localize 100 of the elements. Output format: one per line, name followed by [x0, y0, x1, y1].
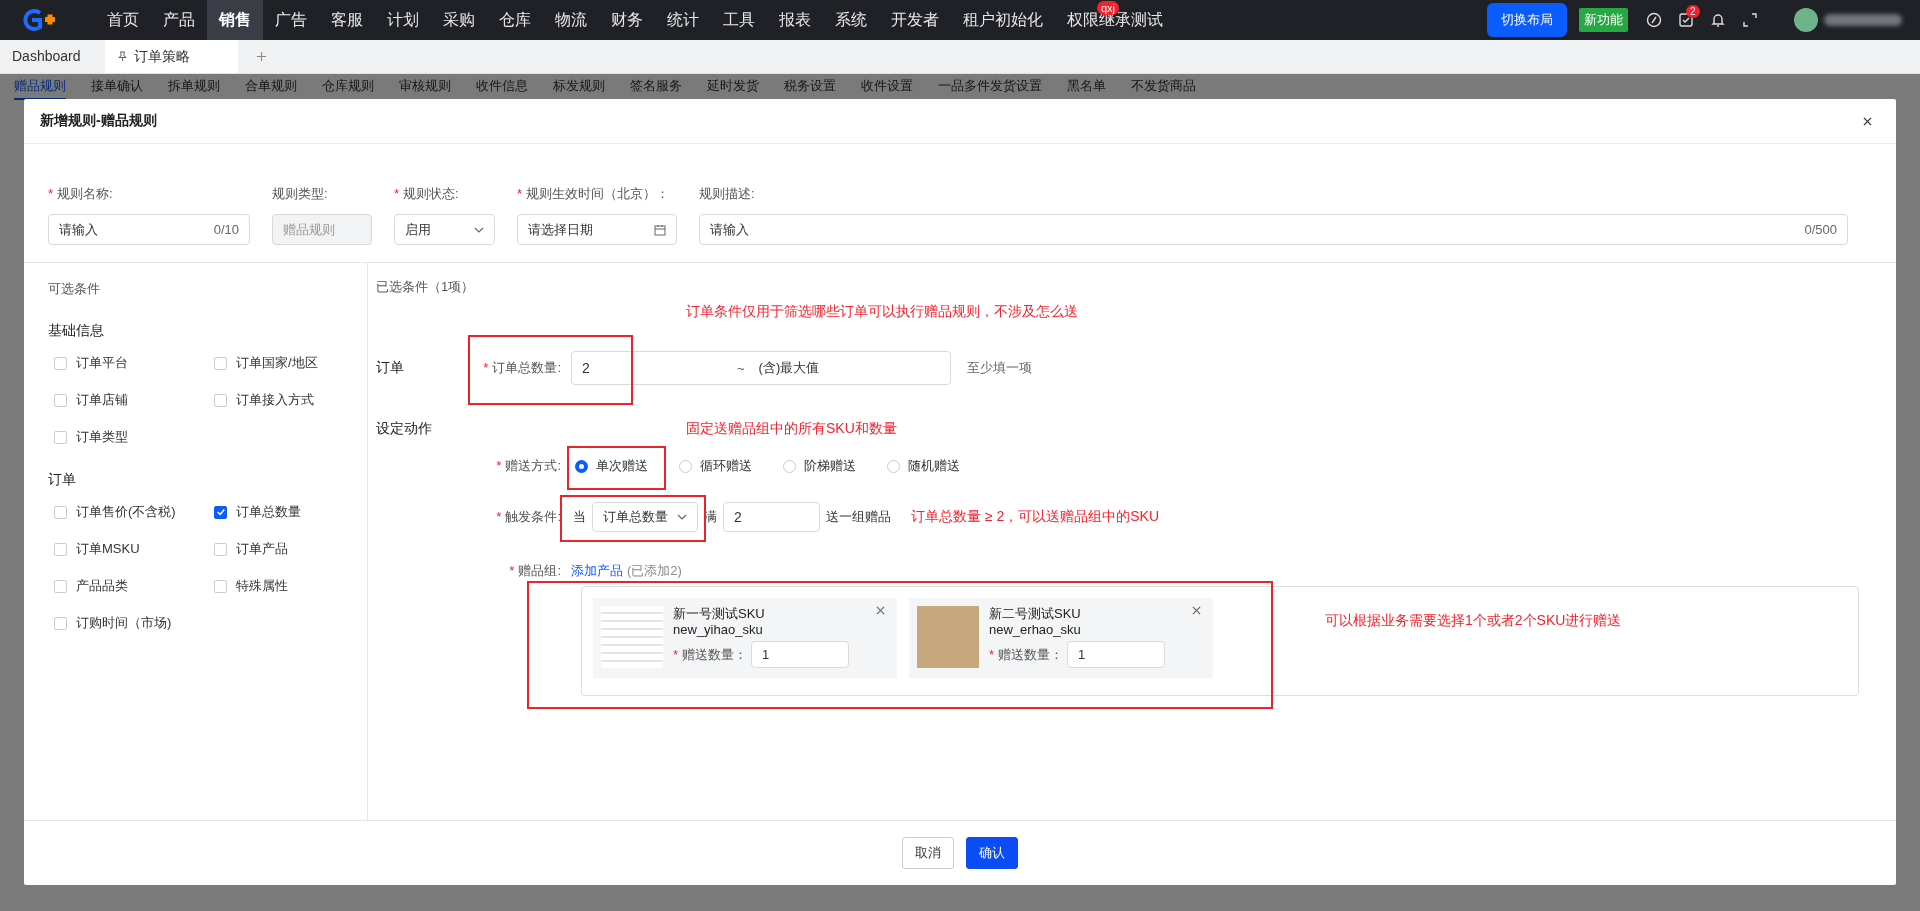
nav-menu-item[interactable]: 工具 [711, 9, 767, 31]
rule-tab[interactable]: 签名服务 [630, 74, 682, 100]
switch-layout-button[interactable]: 切换布局 [1487, 3, 1567, 37]
quantity-field[interactable]: 1 [751, 641, 850, 668]
nav-menu-item[interactable]: 广告 [263, 9, 319, 31]
page-tab[interactable]: 订单策略 [104, 40, 238, 73]
option-label: 阶梯赠送 [804, 457, 856, 475]
option-label: 订单售价(不含税) [76, 503, 176, 521]
nav-menu-item[interactable]: 统计 [655, 9, 711, 31]
field-label: 订单总数量: [492, 360, 561, 375]
annotation-text: 订单总数量 ≥ 2，可以送赠品组中的SKU [911, 508, 1160, 526]
nav-menu-item[interactable]: 计划 [375, 9, 431, 31]
screenshot-placeholder [601, 606, 663, 668]
option-label: 订单产品 [236, 540, 288, 558]
option-label: 订购时间（市场) [76, 614, 172, 632]
required-mark: * [496, 509, 502, 524]
rule-tab[interactable]: 审核规则 [399, 74, 451, 100]
rule-tab[interactable]: 标发规则 [553, 74, 605, 100]
option-label: 产品品类 [76, 577, 128, 595]
nav-menu-item[interactable]: 销售 [207, 0, 263, 40]
field-label: 赠送数量： [682, 646, 748, 662]
checkbox[interactable] [214, 505, 227, 519]
required-mark: * [509, 563, 515, 578]
rule-tab[interactable]: 不发货商品 [1131, 74, 1196, 100]
nav-menu-item[interactable]: 财务 [599, 9, 655, 31]
field-label: 规则描述: [699, 186, 755, 201]
option-label: 特殊属性 [236, 577, 288, 595]
annotation-text: 固定送赠品组中的所有SKU和数量 [686, 420, 897, 438]
product-name: 新一号测试SKU [673, 606, 766, 622]
field-label: 规则名称: [57, 186, 113, 201]
rule-tab[interactable]: 接单确认 [91, 74, 143, 100]
option-label: 订单MSKU [76, 540, 140, 558]
rule-tab[interactable]: 收件设置 [861, 74, 913, 100]
chevron-down-icon [474, 226, 484, 233]
condition-select[interactable]: 订单总数量 [592, 502, 698, 532]
option-label: 订单店铺 [76, 391, 128, 409]
section-title: 订单 [376, 359, 405, 377]
field-label: 赠送数量： [998, 646, 1064, 662]
rule-tab[interactable]: 合单规则 [245, 74, 297, 100]
status-select[interactable]: 启用 [394, 214, 495, 245]
required-mark: * [517, 186, 523, 201]
condition-text: 当 [573, 508, 586, 526]
option-label: 订单国家/地区 [236, 354, 318, 372]
avatar[interactable] [1794, 8, 1818, 32]
radio-button[interactable] [575, 459, 588, 473]
field-label: 规则生效时间（北京）： [526, 186, 670, 201]
date-field[interactable]: 请选择日期 [517, 214, 677, 245]
nav-menu-item[interactable]: 租户初始化 [951, 9, 1055, 31]
chevron-down-icon [677, 514, 687, 520]
readonly-field: 赠品规则 [272, 214, 372, 245]
char-counter: 0/10 [213, 222, 239, 237]
range-separator: ~ [737, 360, 745, 376]
add-product-link[interactable]: 添加产品 [571, 562, 623, 580]
dialog-button[interactable]: 确认 [966, 837, 1018, 869]
rule-tab[interactable]: 拆单规则 [168, 74, 220, 100]
product-sku: new_erhao_sku [989, 622, 1082, 638]
nav-menu-item[interactable]: 首页 [95, 9, 151, 31]
range-field[interactable]: 2 ~ (含)最大值 [571, 351, 951, 385]
help-icon[interactable] [1646, 12, 1662, 28]
option-label: 订单类型 [76, 428, 128, 446]
min-value: 2 [582, 360, 591, 376]
nav-menu-item[interactable]: 开发者 [879, 9, 951, 31]
photo-placeholder [917, 606, 979, 668]
quantity-field[interactable]: 1 [1067, 641, 1166, 668]
group-title: 基础信息 [48, 321, 105, 340]
notification-badge: qxj [1097, 1, 1120, 15]
rule-tab[interactable]: 税务设置 [784, 74, 836, 100]
added-count: (已添加2) [627, 562, 682, 580]
nav-menu-item[interactable]: 物流 [543, 9, 599, 31]
calendar-icon [654, 223, 666, 236]
rule-tab[interactable]: 收件信息 [476, 74, 528, 100]
option-label: 订单平台 [76, 354, 128, 372]
nav-menu-item[interactable]: 报表 [767, 9, 823, 31]
close-icon[interactable] [1863, 116, 1872, 126]
field-label: 赠品组: [518, 563, 561, 578]
nav-menu-item[interactable]: 产品 [151, 9, 207, 31]
bell-icon[interactable] [1710, 12, 1726, 28]
rule-tab[interactable]: 黑名单 [1067, 74, 1106, 100]
annotation-text: 可以根据业务需要选择1个或者2个SKU进行赠送 [1325, 612, 1622, 630]
group-title: 订单 [48, 470, 77, 489]
hint-text: 至少填一项 [967, 359, 1032, 377]
page-tab[interactable]: Dashboard [0, 40, 93, 73]
nav-menu-item[interactable]: 客服 [319, 9, 375, 31]
threshold-field[interactable]: 2 [723, 502, 820, 532]
required-mark: * [496, 458, 502, 473]
required-mark: * [483, 360, 489, 375]
nav-menu-item[interactable]: 采购 [431, 9, 487, 31]
nav-menu-item[interactable]: 仓库 [487, 9, 543, 31]
rule-tab[interactable]: 延时发货 [707, 74, 759, 100]
fullscreen-icon[interactable] [1742, 12, 1758, 28]
field-label: 规则状态: [403, 186, 459, 201]
section-title: 已选条件（1项） [376, 278, 476, 296]
add-tab-icon[interactable] [255, 51, 267, 62]
text-field[interactable]: 请输入 0/500 [699, 214, 1848, 245]
text-field[interactable]: 请输入 0/10 [48, 214, 250, 245]
nav-menu-item[interactable]: 系统 [823, 9, 879, 31]
dialog-button[interactable]: 取消 [902, 837, 954, 869]
char-counter: 0/500 [1804, 222, 1837, 237]
required-mark: * [394, 186, 400, 201]
rule-tab[interactable]: 仓库规则 [322, 74, 374, 100]
